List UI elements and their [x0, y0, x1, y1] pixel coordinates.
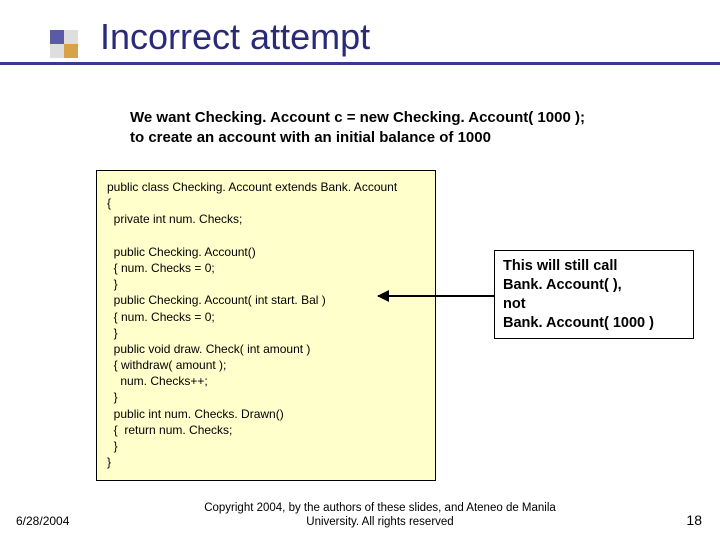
footer-copyright: Copyright 2004, by the authors of these …	[200, 502, 560, 530]
callout-line-1: This will still call	[503, 258, 617, 274]
slide-title: Incorrect attempt	[100, 16, 370, 58]
code-block: public class Checking. Account extends B…	[96, 170, 436, 481]
callout-line-3: not	[503, 296, 526, 312]
intro-line-2: to create an account with an initial bal…	[130, 129, 491, 146]
arrow-icon	[378, 295, 494, 297]
callout-line-4: Bank. Account( 1000 )	[503, 315, 654, 331]
callout-box: This will still call Bank. Account( ), n…	[494, 250, 694, 339]
corner-decoration	[0, 0, 80, 64]
title-underline	[0, 62, 720, 65]
slide-title-wrap: Incorrect attempt	[100, 16, 370, 58]
intro-text: We want Checking. Account c = new Checki…	[130, 108, 670, 147]
footer-page-number: 18	[686, 512, 702, 528]
callout-line-2: Bank. Account( ),	[503, 277, 622, 293]
footer-date: 6/28/2004	[16, 514, 69, 528]
intro-line-1: We want Checking. Account c = new Checki…	[130, 109, 585, 126]
